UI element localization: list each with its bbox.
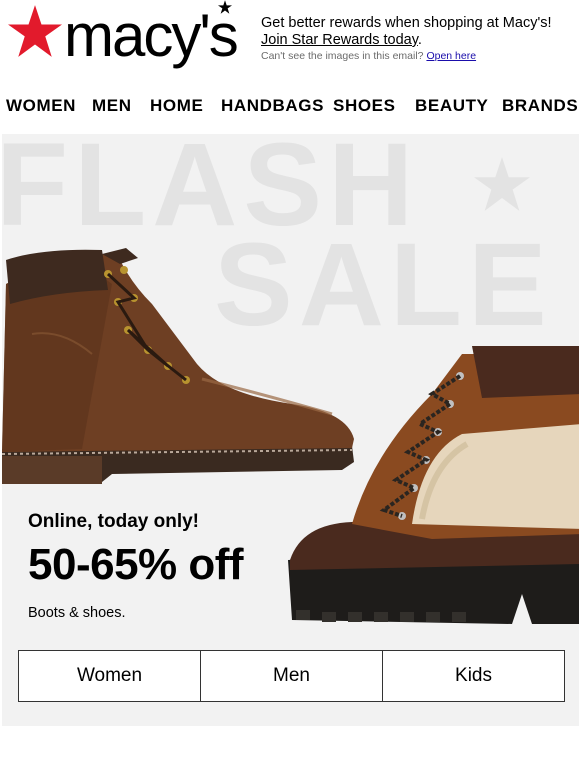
rewards-link-suffix: . (417, 32, 422, 48)
join-star-rewards-link[interactable]: Join Star Rewards today (261, 32, 418, 48)
nav-brands[interactable]: BRANDS (502, 92, 578, 120)
shop-women-button[interactable]: Women (19, 651, 201, 701)
logo-wordmark: macy's (64, 2, 239, 69)
email-header: macy's Get better rewards when shopping … (0, 0, 580, 80)
macys-logo[interactable]: macy's (4, 0, 250, 72)
rewards-promo: Get better rewards when shopping at Macy… (261, 15, 576, 63)
offer-eyebrow: Online, today only! (28, 511, 200, 532)
shop-kids-button[interactable]: Kids (383, 651, 564, 701)
images-notice: Can't see the images in this email? (261, 50, 424, 62)
nav-beauty[interactable]: BEAUTY (415, 92, 489, 120)
small-star-icon (218, 0, 232, 14)
category-nav: WOMEN MEN HOME HANDBAGS SHOES BEAUTY BRA… (0, 92, 580, 120)
shop-buttons: Women Men Kids (18, 650, 565, 702)
shop-men-button[interactable]: Men (201, 651, 383, 701)
view-online-line: Can't see the images in this email? Open… (261, 49, 576, 63)
offer-subtext: Boots & shoes. (28, 605, 126, 621)
open-here-link[interactable]: Open here (426, 50, 476, 62)
offer-copy: Online, today only! 50-65% off Boots & s… (28, 510, 244, 622)
rewards-message: Get better rewards when shopping at Macy… (261, 15, 552, 31)
shearling-boot-image (288, 346, 579, 624)
nav-women[interactable]: WOMEN (6, 92, 76, 120)
nav-home[interactable]: HOME (150, 92, 203, 120)
star-icon (8, 5, 62, 57)
background-star-icon (474, 157, 530, 211)
nav-men[interactable]: MEN (92, 92, 132, 120)
nav-handbags[interactable]: HANDBAGS (221, 92, 324, 120)
offer-headline: 50-65% off (28, 540, 244, 589)
nav-shoes[interactable]: SHOES (333, 92, 396, 120)
rewards-link-line: Join Star Rewards today. (261, 32, 576, 49)
flash-sale-hero[interactable]: FLASH SALE Online, today only! 50-65% of… (2, 134, 579, 726)
